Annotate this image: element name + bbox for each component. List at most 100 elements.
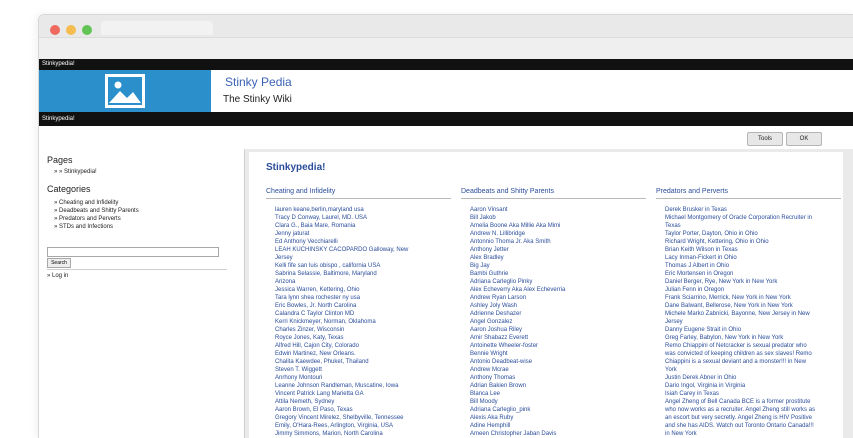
list-item[interactable]: Adriana Carleglio Pinky [470, 278, 646, 286]
list-item[interactable]: Lacy Inman-Fickert in Ohio [665, 254, 841, 262]
list-item[interactable]: Antonnio Thoma Jr. Aka Smith [470, 238, 646, 246]
list-item[interactable]: Royce Jones, Katy, Texas [275, 334, 451, 342]
site-menu-bar[interactable]: Stinkypedia! [39, 112, 853, 126]
list-item[interactable]: Big Jay [470, 262, 646, 270]
list-item[interactable]: Anthony Jetter [470, 246, 646, 254]
list-item[interactable]: Justin Derek Abner in Ohio [665, 374, 841, 382]
list-item[interactable]: Michele Marko Zabnicki, Bayonne, New Jer… [665, 310, 841, 318]
list-item[interactable]: Julian Fenn in Oregon [665, 286, 841, 294]
list-item[interactable]: Andrew N. Lillibridge [470, 230, 646, 238]
list-item[interactable]: Steven T. Wiggett [275, 366, 451, 374]
list-item[interactable]: Frank Sciarrino, Merrick, New York in Ne… [665, 294, 841, 302]
tools-button[interactable]: Tools [747, 132, 783, 146]
list-item[interactable]: Jersey [275, 254, 451, 262]
list-item[interactable]: Angel Gonzalez [470, 318, 646, 326]
list-item[interactable]: Taylor Porter, Dayton, Ohio in Ohio [665, 230, 841, 238]
list-item[interactable]: Amir Shabazz Everett [470, 334, 646, 342]
column-heading[interactable]: Deadbeats and Shitty Parents [461, 188, 646, 199]
list-item[interactable]: Derek Brusker in Texas [665, 206, 841, 214]
maximize-window-button[interactable] [82, 25, 92, 35]
list-item[interactable]: Bill Jakob [470, 214, 646, 222]
sidebar-category-predators[interactable]: » Predators and Perverts [54, 216, 121, 222]
list-item[interactable]: an escort but very secretly. Angel Zheng… [665, 414, 841, 422]
list-item[interactable]: Daniel Berger, Rye, New York in New York [665, 278, 841, 286]
site-logo[interactable] [39, 70, 211, 112]
list-item[interactable]: Anrhony Montouri [275, 374, 451, 382]
list-item[interactable]: Sabrina Selassie, Baltimore, Maryland [275, 270, 451, 278]
list-item[interactable]: Eric Mortensen in Oregon [665, 270, 841, 278]
list-item[interactable]: Ashley Joly Wash [470, 302, 646, 310]
list-item[interactable]: Charles Zinzer, Wisconsin [275, 326, 451, 334]
list-item[interactable]: Angel Zheng of Bell Canada BCE is a form… [665, 398, 841, 406]
list-item[interactable]: Aaron Joshua Riley [470, 326, 646, 334]
list-item[interactable]: Bambi Guthrie [470, 270, 646, 278]
list-item[interactable]: LEAH KUCHINSKY CACOPARDO Galloway, New [275, 246, 451, 254]
list-item[interactable]: Kelli fife san luis obispo , california … [275, 262, 451, 270]
search-button[interactable]: Search [47, 258, 71, 268]
list-item[interactable]: Edwin Martinez, New Orleans. [275, 350, 451, 358]
sidebar-category-cheating[interactable]: » Cheating and Infidelity [54, 200, 118, 206]
list-item[interactable]: Adrienne Deshazer [470, 310, 646, 318]
list-item[interactable]: Blanca Lee [470, 390, 646, 398]
list-item[interactable]: Bill Moody [470, 398, 646, 406]
list-item[interactable]: Chalita Kaewdee, Phuket, Thailand [275, 358, 451, 366]
list-item[interactable]: Attila Nemeth, Sydney [275, 398, 451, 406]
list-item[interactable]: Brian Keith Wilson in Texas [665, 246, 841, 254]
list-item[interactable]: Emily, O'Hara-Rees, Arlington, Virginia,… [275, 422, 451, 430]
list-item[interactable]: Ed Anthony Vecchiarelli [275, 238, 451, 246]
login-link[interactable]: » Log in [47, 273, 68, 279]
list-item[interactable]: Tracy D Conway, Laurel, MD. USA [275, 214, 451, 222]
list-item[interactable]: Antonio Deadbeat-wise [470, 358, 646, 366]
browser-tab[interactable] [101, 21, 213, 35]
list-item[interactable]: Alex Echeverry Aka Alex Echeverria [470, 286, 646, 294]
minimize-window-button[interactable] [66, 25, 76, 35]
ok-button[interactable]: OK [786, 132, 822, 146]
list-item[interactable]: Andrew Mcrae [470, 366, 646, 374]
list-item[interactable]: Calandra C Taylor Clinton MD [275, 310, 451, 318]
list-item[interactable]: Michael Montgomery of Oracle Corporation… [665, 214, 841, 222]
list-item[interactable]: Kerri Knickmeyer, Norman, Oklahoma [275, 318, 451, 326]
column-heading[interactable]: Cheating and Infidelity [266, 188, 451, 199]
list-item[interactable]: Thomas J Albert in Ohio [665, 262, 841, 270]
list-item[interactable]: Greg Farley, Babylon, New York in New Yo… [665, 334, 841, 342]
list-item[interactable]: Adine Hemphill [470, 422, 646, 430]
list-item[interactable]: Gregory Vincent Mirelez, Shelbyville, Te… [275, 414, 451, 422]
list-item[interactable]: Alexis Aka Ruby [470, 414, 646, 422]
list-item[interactable]: Remo Chiappini of Netcracker is sexual p… [665, 342, 841, 350]
list-item[interactable]: Bennie Wright [470, 350, 646, 358]
list-item[interactable]: Alfred Hill, Cajon City, Colorado [275, 342, 451, 350]
list-item[interactable]: lauren keane,berlin,maryland usa [275, 206, 451, 214]
list-item[interactable]: Andrew Ryan Larson [470, 294, 646, 302]
list-item[interactable]: Alex Bradley [470, 254, 646, 262]
address-bar[interactable] [39, 37, 853, 60]
list-item[interactable]: Amelia Boone Aka Millie Aka Mimi [470, 222, 646, 230]
list-item[interactable]: Chiappini is a sexual deviant and a mons… [665, 358, 841, 366]
list-item[interactable]: Leanne Johnson Randleman, Muscatine, Iow… [275, 382, 451, 390]
list-item[interactable]: Jenny jaturat [275, 230, 451, 238]
list-item[interactable]: Aaron Brown, El Paso, Texas [275, 406, 451, 414]
list-item[interactable]: Adrian Bakien Brown [470, 382, 646, 390]
list-item[interactable]: Arizona [275, 278, 451, 286]
list-item[interactable]: Eric Bowles, Jr. North Carolina [275, 302, 451, 310]
list-item[interactable]: Antoinette Wheeler-foster [470, 342, 646, 350]
list-item[interactable]: was convicted of keeping children as sex… [665, 350, 841, 358]
list-item[interactable]: York [665, 366, 841, 374]
column-heading[interactable]: Predators and Perverts [656, 188, 841, 199]
list-item[interactable]: Jersey [665, 318, 841, 326]
list-item[interactable]: who now works as a recruiter. Angel Zhen… [665, 406, 841, 414]
list-item[interactable]: Richard Wright, Kettering, Ohio in Ohio [665, 238, 841, 246]
list-item[interactable]: Dario Ingol, Virginia in Virginia [665, 382, 841, 390]
site-title[interactable]: Stinky Pedia [225, 75, 292, 89]
list-item[interactable]: Adriana Carleglio_pink [470, 406, 646, 414]
sidebar-page-stinkypedia[interactable]: » » Stinkypedia! [54, 169, 97, 175]
list-item[interactable]: Texas [665, 222, 841, 230]
close-window-button[interactable] [50, 25, 60, 35]
list-item[interactable]: Tara lynn shea rochester ny usa [275, 294, 451, 302]
list-item[interactable]: Anthony Thomas [470, 374, 646, 382]
list-item[interactable]: and she has AIDS. Watch out Toronto Onta… [665, 422, 841, 430]
list-item[interactable]: Dane Balwant, Bellerose, New York in New… [665, 302, 841, 310]
list-item[interactable]: Aaron Vinsant [470, 206, 646, 214]
search-input[interactable] [47, 247, 219, 257]
list-item[interactable]: Vincent Patrick Lang Marietta GA [275, 390, 451, 398]
sidebar-category-deadbeats[interactable]: » Deadbeats and Shitty Parents [54, 208, 139, 214]
